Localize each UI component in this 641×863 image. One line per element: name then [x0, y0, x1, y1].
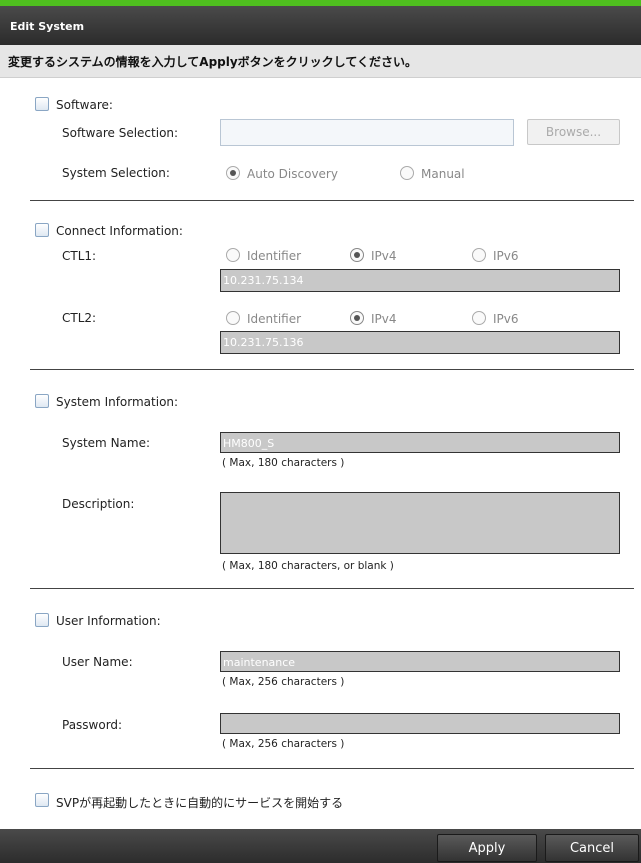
ctl2-identifier-radio[interactable]: [226, 311, 240, 325]
username-hint: ( Max, 256 characters ): [222, 676, 345, 688]
ctl2-ipv6-radio[interactable]: [472, 311, 486, 325]
username-label: User Name:: [62, 655, 133, 669]
user-info-checkbox[interactable]: [35, 613, 49, 627]
ctl1-ipv4-label: IPv4: [371, 249, 397, 263]
ctl1-label: CTL1:: [62, 249, 97, 263]
connect-checkbox[interactable]: [35, 223, 49, 237]
system-name-label: System Name:: [62, 436, 151, 450]
system-info-section-label: System Information:: [56, 395, 179, 409]
footer-bar: Apply Cancel: [0, 829, 641, 863]
password-hint: ( Max, 256 characters ): [222, 738, 345, 750]
software-checkbox[interactable]: [35, 97, 49, 111]
system-name-hint: ( Max, 180 characters ): [222, 457, 345, 469]
ctl2-label: CTL2:: [62, 311, 97, 325]
window-title: Edit System: [10, 20, 85, 33]
instruction-text: 変更するシステムの情報を入力してApplyボタンをクリックしてください。: [8, 55, 417, 69]
auto-discovery-label: Auto Discovery: [247, 167, 338, 181]
user-info-section-label: User Information:: [56, 614, 161, 628]
ctl1-ipv6-radio[interactable]: [472, 248, 486, 262]
cancel-button[interactable]: Cancel: [545, 834, 639, 862]
divider: [30, 369, 634, 370]
ctl2-ip-field[interactable]: 10.231.75.136: [220, 331, 620, 354]
software-selection-field[interactable]: [220, 119, 514, 146]
instruction-bar: 変更するシステムの情報を入力してApplyボタンをクリックしてください。: [0, 45, 641, 78]
browse-button[interactable]: Browse...: [527, 119, 620, 145]
connect-section-label: Connect Information:: [56, 224, 183, 238]
password-label: Password:: [62, 718, 123, 732]
divider: [30, 768, 634, 769]
manual-label: Manual: [421, 167, 465, 181]
ctl2-ipv6-label: IPv6: [493, 312, 519, 326]
manual-radio[interactable]: [400, 166, 414, 180]
svp-autostart-label: SVPが再起動したときに自動的にサービスを開始する: [56, 796, 344, 810]
divider: [30, 200, 634, 201]
software-selection-label: Software Selection:: [62, 126, 179, 140]
description-field[interactable]: [220, 492, 620, 554]
ctl1-ipv4-radio[interactable]: [350, 248, 364, 262]
svp-autostart-checkbox[interactable]: [35, 793, 49, 807]
system-info-checkbox[interactable]: [35, 394, 49, 408]
system-selection-label: System Selection:: [62, 166, 170, 180]
software-section-label: Software:: [56, 98, 113, 112]
divider: [30, 588, 634, 589]
ctl1-ipv6-label: IPv6: [493, 249, 519, 263]
ctl1-identifier-radio[interactable]: [226, 248, 240, 262]
ctl2-ipv4-radio[interactable]: [350, 311, 364, 325]
ctl2-identifier-label: Identifier: [247, 312, 302, 326]
ctl1-identifier-label: Identifier: [247, 249, 302, 263]
system-name-field[interactable]: HM800_S: [220, 432, 620, 453]
ctl1-ip-field[interactable]: 10.231.75.134: [220, 269, 620, 292]
auto-discovery-radio[interactable]: [226, 166, 240, 180]
description-label: Description:: [62, 497, 135, 511]
password-field[interactable]: [220, 713, 620, 734]
apply-button[interactable]: Apply: [437, 834, 537, 862]
title-bar: Edit System: [0, 6, 641, 45]
ctl2-ipv4-label: IPv4: [371, 312, 397, 326]
username-field[interactable]: maintenance: [220, 651, 620, 672]
description-hint: ( Max, 180 characters, or blank ): [222, 560, 394, 572]
